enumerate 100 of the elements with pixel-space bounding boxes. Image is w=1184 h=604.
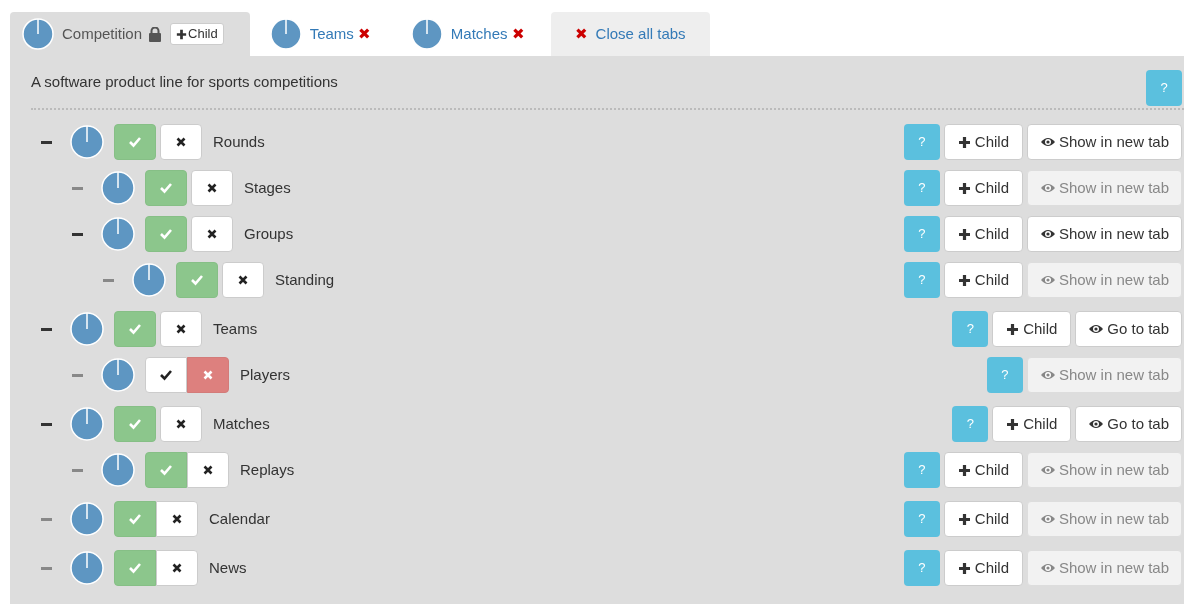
plus-icon <box>1006 322 1020 336</box>
disable-button[interactable] <box>191 170 233 206</box>
pie-chart-icon <box>101 453 135 487</box>
eye-icon <box>1039 181 1056 195</box>
add-child-button[interactable]: Child <box>170 23 224 45</box>
eye-icon <box>1039 512 1056 526</box>
collapse-toggle[interactable] <box>41 140 52 144</box>
check-icon <box>128 512 142 526</box>
add-child-button[interactable]: Child <box>943 216 1023 252</box>
feature-label: Replays <box>240 459 295 480</box>
close-icon[interactable]: ✖ <box>357 22 371 46</box>
add-child-button[interactable]: Child <box>943 124 1023 160</box>
plus-icon <box>957 273 971 287</box>
pie-chart-icon <box>70 407 104 441</box>
collapse-toggle[interactable] <box>41 566 52 570</box>
collapse-toggle[interactable] <box>103 278 114 282</box>
pie-chart-icon <box>101 358 135 392</box>
check-icon <box>159 227 173 241</box>
pie-chart-icon <box>22 18 54 50</box>
cross-icon <box>202 369 214 381</box>
check-icon <box>128 322 142 336</box>
open-tab-button[interactable]: Show in new tab <box>1026 124 1182 160</box>
collapse-toggle[interactable] <box>72 468 83 472</box>
cross-icon <box>175 418 187 430</box>
disable-button[interactable] <box>160 311 202 347</box>
disable-button[interactable] <box>160 124 202 160</box>
cross-icon <box>171 562 183 574</box>
feature-label: Calendar <box>209 508 270 529</box>
add-child-button[interactable]: Child <box>992 311 1072 347</box>
collapse-toggle[interactable] <box>41 517 52 521</box>
cross-icon <box>171 513 183 525</box>
pie-chart-icon <box>70 551 104 585</box>
pie-chart-icon <box>70 125 104 159</box>
collapse-toggle[interactable] <box>72 186 83 190</box>
plus-icon <box>957 135 971 149</box>
check-icon <box>190 273 204 287</box>
add-child-button[interactable]: Child <box>943 452 1023 488</box>
disable-button[interactable] <box>156 550 198 586</box>
add-child-button[interactable]: Child <box>943 501 1023 537</box>
collapse-toggle[interactable] <box>41 422 52 426</box>
open-tab-button[interactable]: Go to tab <box>1075 406 1182 442</box>
cross-icon <box>175 136 187 148</box>
cross-icon <box>206 228 218 240</box>
close-icon: ✖ <box>574 22 588 46</box>
enable-button[interactable] <box>145 357 187 393</box>
open-tab-button[interactable]: Show in new tab <box>1026 216 1182 252</box>
collapse-toggle[interactable] <box>41 327 52 331</box>
pie-chart-icon <box>132 263 166 297</box>
cross-icon <box>175 323 187 335</box>
cross-icon <box>202 464 214 476</box>
pie-chart-icon <box>269 18 302 50</box>
add-child-button[interactable]: Child <box>943 262 1023 298</box>
feature-label: Teams <box>213 318 258 339</box>
eye-icon <box>1039 135 1056 149</box>
add-child-button[interactable]: Child <box>943 550 1023 586</box>
plus-icon <box>957 227 971 241</box>
eye-icon <box>1039 273 1056 287</box>
check-icon <box>159 181 173 195</box>
add-child-button[interactable]: Child <box>992 406 1072 442</box>
plus-icon <box>957 181 971 195</box>
pie-chart-icon <box>70 312 104 346</box>
feature-label: Stages <box>244 177 291 198</box>
check-icon <box>128 417 142 431</box>
feature-label: Groups <box>244 223 294 244</box>
feature-label: Players <box>240 364 291 385</box>
disable-button[interactable] <box>191 216 233 252</box>
plus-icon <box>957 463 971 477</box>
tab[interactable]: Competition Child <box>10 12 250 56</box>
plus-icon <box>176 28 188 40</box>
eye-icon <box>1039 463 1056 477</box>
feature-label: News <box>209 557 247 578</box>
eye-icon <box>1088 417 1105 431</box>
add-child-button[interactable]: Child <box>943 170 1023 206</box>
open-tab-button[interactable]: Go to tab <box>1075 311 1182 347</box>
feature-label: Standing <box>275 269 335 290</box>
collapse-toggle[interactable] <box>72 373 83 377</box>
eye-icon <box>1039 561 1056 575</box>
cross-icon <box>237 274 249 286</box>
description-text: A software product line for sports competitions <box>31 72 338 92</box>
plus-icon <box>1006 417 1020 431</box>
tab[interactable]: ✖ Close all tabs <box>550 12 710 56</box>
disable-button[interactable] <box>222 262 264 298</box>
plus-icon <box>957 512 971 526</box>
collapse-toggle[interactable] <box>72 232 83 236</box>
eye-icon <box>1039 368 1056 382</box>
disable-button[interactable] <box>156 501 198 537</box>
feature-label: Rounds <box>213 131 265 152</box>
disable-button[interactable] <box>187 452 229 488</box>
cross-icon <box>206 182 218 194</box>
check-icon <box>159 463 173 477</box>
check-icon <box>159 368 173 382</box>
close-icon[interactable]: ✖ <box>511 22 525 46</box>
plus-icon <box>957 561 971 575</box>
check-icon <box>128 561 142 575</box>
pie-chart-icon <box>101 171 135 205</box>
check-icon <box>128 135 142 149</box>
pie-chart-icon <box>410 18 443 50</box>
eye-icon <box>1039 227 1056 241</box>
disable-button[interactable] <box>160 406 202 442</box>
feature-label: Matches <box>213 413 270 434</box>
